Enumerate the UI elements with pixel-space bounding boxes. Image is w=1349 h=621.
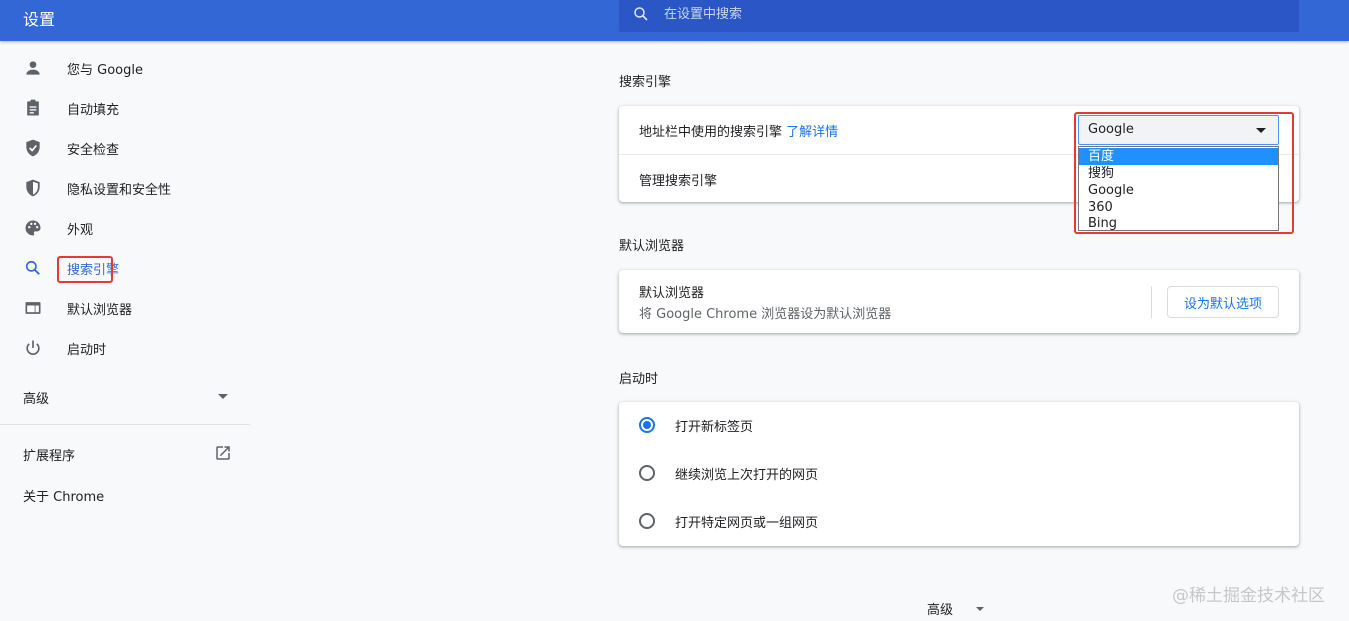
sidebar-extensions-label: 扩展程序: [23, 449, 76, 464]
radio-button-selected[interactable]: [639, 417, 655, 433]
startup-option-specific-pages[interactable]: 打开特定网页或一组网页: [619, 497, 1299, 545]
sidebar-advanced-label: 高级: [23, 392, 50, 407]
sidebar-item-you-and-google[interactable]: 您与 Google: [0, 48, 250, 88]
advanced-settings-label: 高级: [927, 603, 954, 618]
address-bar-engine-row: 地址栏中使用的搜索引擎 了解详情: [639, 121, 838, 140]
startup-option-label: 打开新标签页: [675, 420, 754, 435]
sidebar-advanced-toggle[interactable]: 高级: [0, 376, 250, 416]
shield-icon: [26, 179, 40, 197]
sidebar-item-label: 隐私设置和安全性: [67, 182, 172, 198]
annotation-highlight-box: [57, 256, 113, 283]
person-icon: [26, 61, 40, 75]
palette-icon: [25, 220, 41, 236]
watermark: @稀土掘金技术社区: [1172, 586, 1325, 606]
search-icon: [25, 260, 40, 275]
sidebar-item-label: 默认浏览器: [67, 302, 133, 318]
browser-icon: [25, 302, 41, 314]
radio-button[interactable]: [639, 513, 655, 529]
sidebar-about-label: 关于 Chrome: [23, 490, 105, 505]
default-browser-subtitle: 将 Google Chrome 浏览器设为默认浏览器: [639, 307, 892, 322]
clipboard-icon: [27, 99, 39, 116]
sidebar-item-label: 安全检查: [67, 142, 120, 158]
sidebar-item-search-engine[interactable]: 搜索引擎: [0, 248, 250, 288]
app-header: 设置: [0, 0, 1349, 41]
caret-down-icon: [218, 394, 228, 399]
sidebar-item-on-startup[interactable]: 启动时: [0, 328, 250, 368]
radio-button[interactable]: [639, 465, 655, 481]
manage-search-engines-label: 管理搜索引擎: [639, 174, 718, 189]
sidebar-item-label: 您与 Google: [67, 62, 143, 78]
sidebar-divider: [0, 424, 250, 425]
settings-search-box[interactable]: [619, 0, 1299, 32]
vertical-divider: [1151, 286, 1152, 318]
search-icon: [634, 7, 648, 21]
search-input[interactable]: [664, 4, 1264, 24]
sidebar-item-default-browser[interactable]: 默认浏览器: [0, 288, 250, 328]
external-link-icon: [216, 446, 230, 460]
section-title-default-browser: 默认浏览器: [619, 239, 685, 254]
sidebar-item-about-chrome[interactable]: 关于 Chrome: [0, 474, 250, 514]
sidebar-item-safety-check[interactable]: 安全检查: [0, 128, 250, 168]
learn-more-link[interactable]: 了解详情: [786, 125, 838, 140]
shield-check-icon: [26, 139, 40, 157]
caret-down-icon: [976, 607, 984, 611]
section-title-on-startup: 启动时: [619, 372, 659, 387]
annotation-highlight-box: [1074, 112, 1294, 234]
sidebar-item-label: 外观: [67, 222, 94, 238]
sidebar-item-autofill[interactable]: 自动填充: [0, 88, 250, 128]
sidebar-item-privacy[interactable]: 隐私设置和安全性: [0, 168, 250, 208]
sidebar-item-label: 自动填充: [67, 102, 120, 118]
section-title-search-engine: 搜索引擎: [619, 75, 672, 90]
sidebar-item-extensions[interactable]: 扩展程序: [0, 434, 250, 474]
sidebar-item-appearance[interactable]: 外观: [0, 208, 250, 248]
startup-option-label: 继续浏览上次打开的网页: [675, 468, 819, 483]
default-browser-title: 默认浏览器: [639, 286, 705, 301]
sidebar-item-label: 启动时: [67, 342, 107, 358]
startup-option-label: 打开特定网页或一组网页: [675, 516, 819, 531]
startup-option-new-tab[interactable]: 打开新标签页: [619, 401, 1299, 449]
power-icon: [26, 340, 40, 355]
startup-option-continue[interactable]: 继续浏览上次打开的网页: [619, 449, 1299, 497]
address-bar-engine-label: 地址栏中使用的搜索引擎: [639, 125, 783, 140]
page-title: 设置: [23, 10, 56, 29]
make-default-button[interactable]: 设为默认选项: [1167, 286, 1279, 318]
